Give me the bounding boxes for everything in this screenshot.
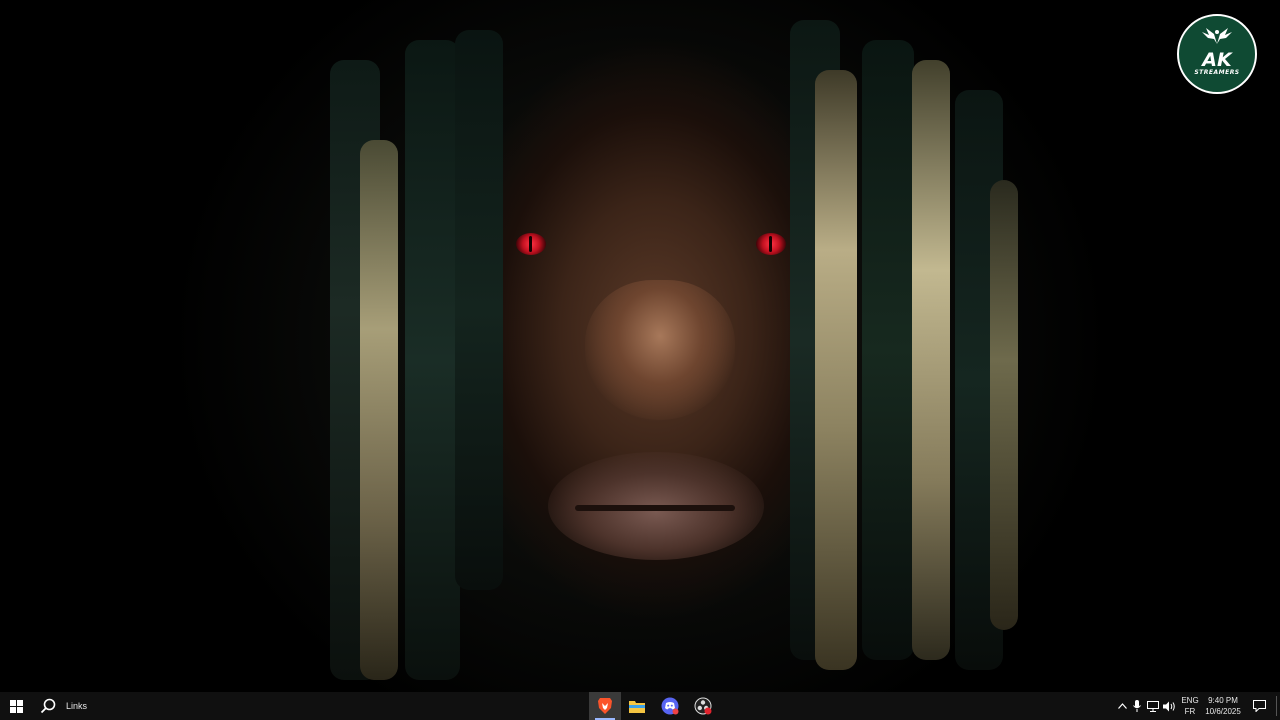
search-button[interactable] (34, 692, 62, 720)
show-hidden-icons-button[interactable] (1116, 692, 1128, 720)
hair-strand (360, 140, 398, 680)
hair-strand (990, 180, 1018, 630)
logo-main-text: AK (1202, 49, 1232, 71)
show-desktop-button[interactable] (1276, 696, 1280, 716)
hair-strand (405, 40, 460, 680)
face-nose (585, 280, 735, 420)
links-toolbar[interactable]: Links (66, 692, 87, 720)
speaker-icon (1162, 701, 1175, 711)
start-button[interactable] (0, 692, 32, 720)
taskbar-app-discord[interactable] (654, 692, 686, 720)
hair-strand (912, 60, 950, 660)
notifications-button[interactable] (1250, 692, 1268, 720)
right-eye (756, 233, 786, 255)
taskbar: Links ENG FR 9:40 PM 10/6/2025 (0, 692, 1280, 720)
hair-strand (815, 70, 857, 670)
clock-time: 9:40 PM (1208, 696, 1238, 705)
folder-icon (629, 701, 645, 713)
left-eye (516, 233, 546, 255)
clock-date: 10/6/2025 (1205, 707, 1241, 716)
action-center-icon (1252, 700, 1266, 712)
desktop-wallpaper (0, 0, 1280, 692)
network-icon (1147, 700, 1159, 712)
input-language-button[interactable]: ENG FR (1180, 692, 1200, 720)
logo-sub-text: STREAMERS (1194, 69, 1240, 76)
face-mouth (575, 505, 735, 511)
taskbar-app-file-explorer[interactable] (621, 692, 653, 720)
discord-icon (661, 697, 679, 715)
taskbar-app-obs[interactable] (687, 692, 719, 720)
hair-strand (862, 40, 914, 660)
hair-strand (455, 30, 503, 590)
taskbar-app-brave[interactable] (589, 692, 621, 720)
chevron-up-icon (1117, 703, 1127, 709)
microphone-tray-button[interactable] (1131, 692, 1143, 720)
brave-icon (598, 698, 612, 714)
language-code: ENG (1181, 696, 1199, 705)
phoenix-icon (1179, 26, 1255, 49)
keyboard-layout: FR (1184, 707, 1196, 716)
obs-icon (694, 697, 712, 715)
network-tray-button[interactable] (1146, 692, 1160, 720)
volume-tray-button[interactable] (1162, 692, 1176, 720)
microphone-icon (1133, 700, 1141, 712)
clock-button[interactable]: 9:40 PM 10/6/2025 (1200, 692, 1246, 720)
search-icon (40, 698, 56, 714)
ak-streamers-logo: AK STREAMERS (1177, 14, 1257, 94)
windows-icon (9, 699, 23, 713)
